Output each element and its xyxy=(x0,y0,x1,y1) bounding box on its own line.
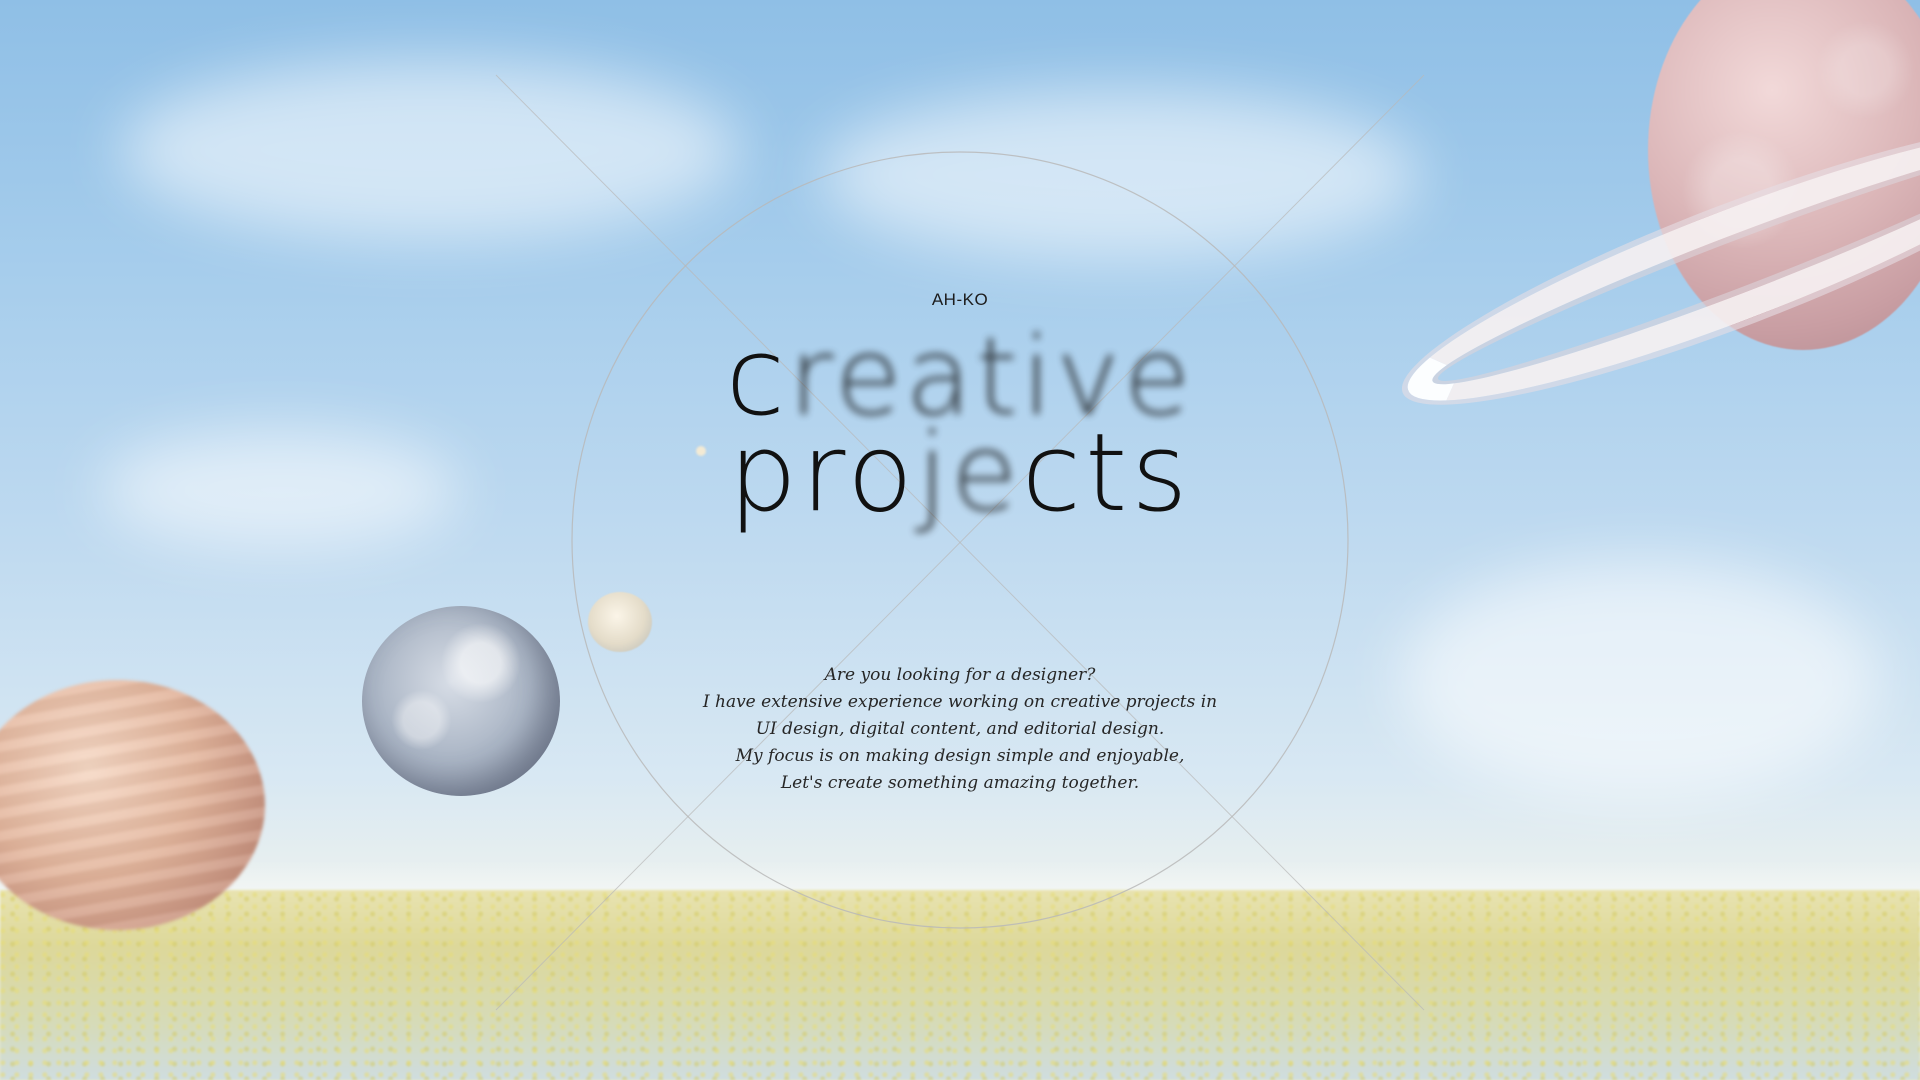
hero-headline: creative projects xyxy=(0,324,1920,528)
hero-intro-text: Are you looking for a designer? I have e… xyxy=(0,662,1920,797)
intro-line: Are you looking for a designer? xyxy=(824,665,1096,685)
intro-line: UI design, digital content, and editoria… xyxy=(755,719,1165,739)
headline-blurred-je: je xyxy=(917,411,1022,536)
brand-eyebrow: AH-KO xyxy=(931,290,989,309)
headline-line-2: projects xyxy=(0,420,1920,528)
frame-lines xyxy=(495,74,1425,1011)
intro-line: I have extensive experience working on c… xyxy=(702,692,1218,712)
hero-scene: AH-KO creative projects Are you looking … xyxy=(0,0,1920,1080)
intro-line: Let's create something amazing together. xyxy=(780,773,1140,793)
intro-line: My focus is on making design simple and … xyxy=(735,746,1185,766)
